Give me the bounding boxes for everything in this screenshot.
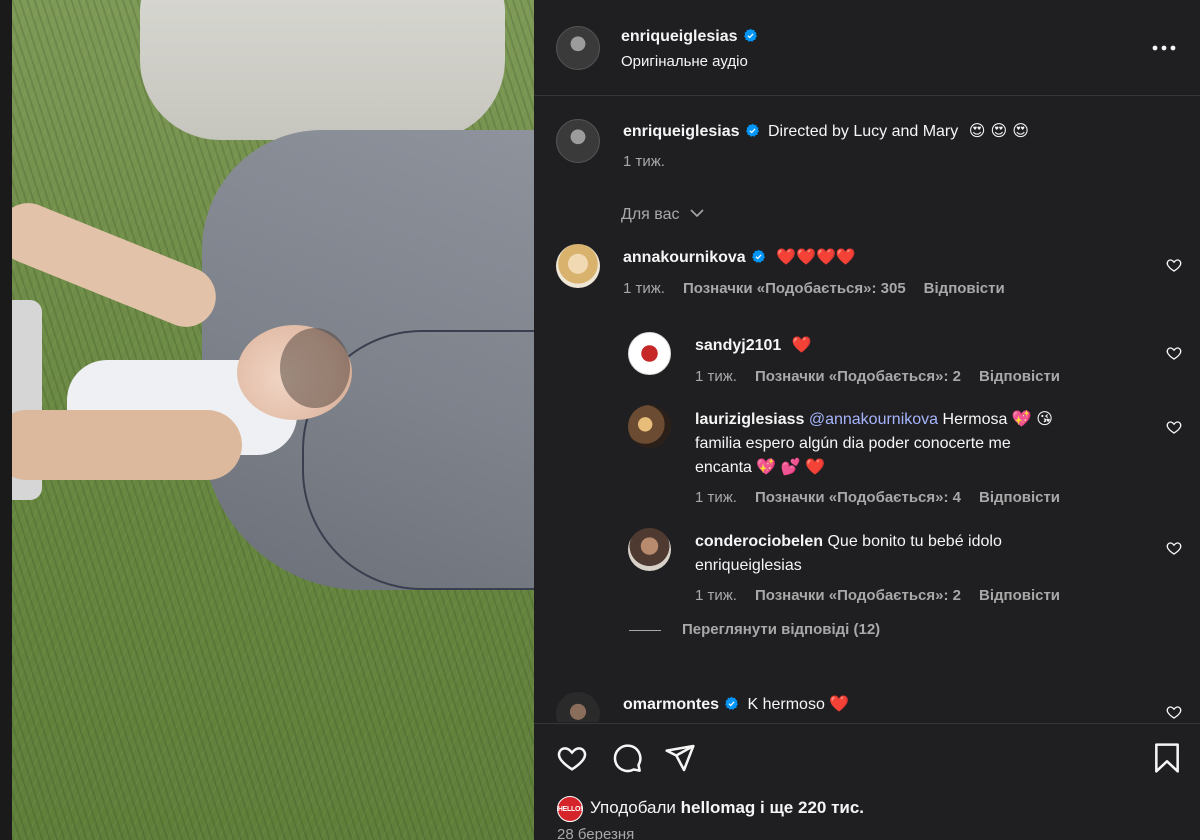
reply-button[interactable]: Відповісти <box>924 280 1005 297</box>
comment-text-line1: Que bonito tu bebé idolo <box>827 533 1002 550</box>
comment-text: ❤️❤️❤️❤️ <box>776 247 856 266</box>
comment-time[interactable]: 1 тиж. <box>695 489 737 506</box>
comment-username[interactable]: conderociobelen <box>695 533 823 550</box>
comment-conderociobelen: conderociobelen Que bonito tu bebé idolo… <box>695 530 1135 605</box>
comment-sandyj2101: sandyj2101 ❤️ 1 тиж. Позначки «Подобаєтьс… <box>695 335 1078 385</box>
bookmark-icon[interactable] <box>1153 742 1181 774</box>
post-date[interactable]: 28 березня <box>557 826 634 840</box>
verified-badge-icon <box>743 28 757 42</box>
heart-outline-icon[interactable] <box>1166 345 1182 361</box>
comment-time[interactable]: 1 тиж. <box>695 368 737 385</box>
caption-username[interactable]: enriqueiglesias <box>623 123 740 140</box>
heart-outline-icon[interactable] <box>1166 704 1182 720</box>
likes-user[interactable]: hellomag <box>681 798 756 817</box>
caption-avatar[interactable] <box>556 119 600 163</box>
comment-username[interactable]: sandyj2101 <box>695 337 781 354</box>
comment-likes[interactable]: Позначки «Подобається»: 2 <box>755 368 961 385</box>
person-arm-lower <box>12 410 242 480</box>
baby-hair <box>280 328 350 408</box>
comment-lauriziglesiass: lauriziglesiass @annakournikova Hermosa … <box>695 408 1135 507</box>
post-header: enriqueiglesias Оригінальне аудіо <box>621 28 758 70</box>
caption-time[interactable]: 1 тиж. <box>623 153 665 170</box>
verified-badge-icon <box>725 696 738 710</box>
caption: enriqueiglesias Directed by Lucy and Mar… <box>623 121 1183 170</box>
comment-avatar-lauriziglesiass[interactable] <box>628 405 671 448</box>
author-username[interactable]: enriqueiglesias <box>621 28 738 45</box>
post-side-panel: enriqueiglesias Оригінальне аудіо enriqu… <box>534 0 1200 840</box>
verified-badge-icon <box>745 123 759 137</box>
comment-avatar-sandyj2101[interactable] <box>628 332 671 375</box>
caption-emojis: 😍 😍 😍 <box>968 121 1029 140</box>
comment-time[interactable]: 1 тиж. <box>623 280 665 297</box>
heart-outline-icon[interactable] <box>1166 540 1182 556</box>
comment-omarmontes-clip: omarmontes K hermoso ❤️ <box>534 690 1200 722</box>
comment-likes[interactable]: Позначки «Подобається»: 2 <box>755 587 961 604</box>
comment-text: K hermoso ❤️ <box>747 696 850 713</box>
comment-text: ❤️ <box>791 335 812 354</box>
chevron-down-icon <box>690 209 704 218</box>
comment-username[interactable]: annakournikova <box>623 249 746 266</box>
comment-mention[interactable]: @annakournikova <box>809 411 938 428</box>
post-video[interactable] <box>12 0 534 840</box>
reply-button[interactable]: Відповісти <box>979 587 1060 604</box>
header-divider <box>534 95 1200 96</box>
more-icon[interactable] <box>1152 44 1176 52</box>
reply-button[interactable]: Відповісти <box>979 368 1060 385</box>
likes-suffix[interactable]: і ще 220 тис. <box>760 798 864 817</box>
comment-text-line1: Hermosa 💖 😘 <box>942 411 1053 428</box>
comment-text-line2: familia espero algún dia poder conocerte… <box>695 435 1011 452</box>
comment-annakournikova: annakournikova ❤️❤️❤️❤️ 1 тиж. Позначки «… <box>623 247 1023 297</box>
reply-button[interactable]: Відповісти <box>979 489 1060 506</box>
comment-time[interactable]: 1 тиж. <box>695 587 737 604</box>
hellomag-avatar[interactable]: HELLO! <box>557 796 583 822</box>
comment-icon[interactable] <box>611 742 643 774</box>
comment-username[interactable]: omarmontes <box>623 696 719 713</box>
comment-username[interactable]: lauriziglesiass <box>695 411 804 428</box>
heart-outline-icon[interactable] <box>1166 257 1182 273</box>
filter-label: Для вас <box>621 206 680 223</box>
comment-omarmontes: omarmontes K hermoso ❤️ <box>623 694 849 714</box>
comment-avatar-omarmontes[interactable] <box>556 692 600 722</box>
comment-avatar-annakournikova[interactable] <box>556 244 600 288</box>
comment-text-line3: encanta 💖 💕 ❤️ <box>695 459 826 476</box>
heart-outline-icon[interactable] <box>1166 419 1182 435</box>
caption-text: Directed by Lucy and Mary <box>767 123 959 140</box>
audio-label[interactable]: Оригінальне аудіо <box>621 53 758 70</box>
like-icon[interactable] <box>556 742 588 774</box>
beanbag-top <box>140 0 505 140</box>
verified-badge-icon <box>751 249 765 263</box>
comment-likes[interactable]: Позначки «Подобається»: 305 <box>683 280 906 297</box>
view-replies-button[interactable]: Переглянути відповіді (12) <box>682 621 880 638</box>
media-edge-strip <box>0 0 12 840</box>
comment-avatar-conderociobelen[interactable] <box>628 528 671 571</box>
likes-prefix: Уподобали <box>590 798 676 817</box>
actions-divider <box>534 723 1200 724</box>
likes-summary[interactable]: Уподобали hellomag і ще 220 тис. <box>590 798 864 818</box>
author-avatar[interactable] <box>556 26 600 70</box>
comment-likes[interactable]: Позначки «Подобається»: 4 <box>755 489 961 506</box>
share-icon[interactable] <box>664 742 696 774</box>
comment-sort-filter[interactable]: Для вас <box>621 206 704 224</box>
view-replies-line <box>629 630 661 631</box>
comment-text-line2[interactable]: enriqueiglesias <box>695 557 802 574</box>
